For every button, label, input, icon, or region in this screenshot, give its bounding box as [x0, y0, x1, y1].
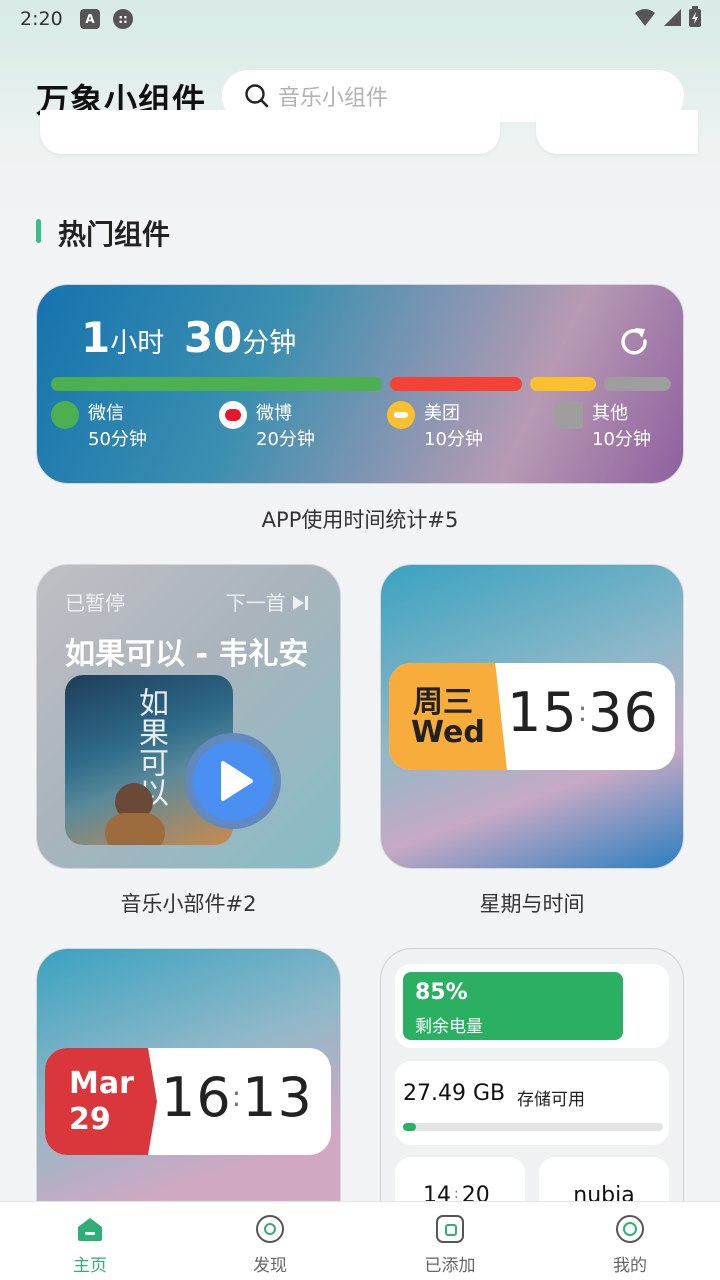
- widget-caption: APP使用时间统计#5: [261, 508, 459, 532]
- storage-fill: [403, 1123, 416, 1131]
- section-accent-bar: [36, 219, 41, 243]
- battery-percent: 85%: [415, 980, 468, 1005]
- section-title: 热门组件: [58, 218, 171, 251]
- usage-bar-segment: [390, 377, 522, 391]
- app-time: 10分钟: [592, 429, 651, 450]
- app-name: 其他: [592, 403, 628, 424]
- other-apps-icon: [555, 401, 583, 429]
- battery-label: 剩余电量: [415, 1017, 483, 1037]
- usage-minutes: 30: [183, 313, 243, 362]
- app-name: 美团: [424, 403, 460, 424]
- storage-label: 存储可用: [517, 1090, 585, 1110]
- play-button[interactable]: [185, 733, 281, 829]
- search-placeholder: 音乐小组件: [278, 86, 389, 111]
- storage-track: [403, 1123, 663, 1131]
- app-time: 10分钟: [424, 429, 483, 450]
- skip-next-icon: [293, 596, 308, 610]
- profile-icon: [616, 1215, 644, 1243]
- app-notification-icon: ::: [113, 9, 133, 29]
- weekday-en: Wed: [411, 715, 485, 750]
- wechat-icon: [51, 401, 79, 429]
- status-time: 2:20: [20, 8, 63, 30]
- storage-amount: 27.49 GB: [403, 1081, 506, 1106]
- storage-box: 27.49 GB 存储可用: [395, 1061, 669, 1145]
- meituan-icon: [387, 401, 415, 429]
- usage-hours-unit: 小时: [110, 328, 165, 359]
- date-time-pill: Mar 29 16:13: [45, 1048, 331, 1155]
- usage-bar-segment: [530, 377, 596, 391]
- date-month: Mar: [69, 1066, 134, 1101]
- usage-bar-segment: [604, 377, 671, 391]
- play-icon: [221, 761, 253, 801]
- clock-separator: :: [231, 1080, 243, 1113]
- home-icon: [78, 1218, 102, 1241]
- usage-total: 1小时 30分钟: [81, 313, 296, 362]
- usage-app-list: 微信 50分钟 微博 20分钟 美团 10分钟 其他 10分钟: [51, 399, 671, 459]
- tab-discover[interactable]: 发现: [210, 1202, 330, 1280]
- music-widget[interactable]: 已暂停 下一首 如果可以 - 韦礼安 如果可以: [36, 564, 341, 869]
- battery-bar: 85% 剩余电量: [403, 972, 623, 1040]
- next-track-button[interactable]: 下一首: [226, 587, 310, 616]
- next-track-label: 下一首: [225, 591, 286, 615]
- added-icon: [436, 1215, 464, 1243]
- usage-bars: [51, 377, 671, 391]
- discover-icon: [256, 1215, 284, 1243]
- tab-home[interactable]: 主页: [30, 1202, 150, 1280]
- mini-clock-separator: :: [454, 1186, 459, 1202]
- tab-label: 已添加: [424, 1256, 476, 1276]
- search-icon: [245, 84, 269, 108]
- weibo-icon: [219, 401, 247, 429]
- song-title: 如果可以 - 韦礼安: [65, 637, 309, 672]
- tab-me[interactable]: 我的: [570, 1202, 690, 1280]
- clock-hour: 16: [161, 1066, 232, 1129]
- weekday-time-widget[interactable]: 周三 Wed 15:36: [380, 564, 684, 869]
- app-name: 微博: [256, 403, 292, 424]
- app-time: 20分钟: [256, 429, 315, 450]
- app-name: 微信: [88, 403, 124, 424]
- usage-minutes-unit: 分钟: [242, 328, 297, 359]
- battery-box: 85% 剩余电量: [395, 964, 669, 1048]
- bottom-navigation: 主页 发现 已添加 我的: [0, 1201, 720, 1280]
- date-time-widget[interactable]: Mar 29 16:13: [36, 948, 341, 1208]
- usage-hours: 1: [81, 313, 111, 362]
- tab-added[interactable]: 已添加: [390, 1202, 510, 1280]
- banner-card[interactable]: [40, 110, 500, 154]
- keyboard-icon: A: [80, 9, 100, 29]
- battery-charging-icon: [689, 6, 701, 27]
- app-time: 50分钟: [88, 429, 147, 450]
- tab-label: 主页: [73, 1256, 107, 1276]
- refresh-icon[interactable]: [617, 325, 651, 359]
- widget-caption: 星期与时间: [479, 892, 585, 916]
- clock-time: 15:36: [507, 681, 659, 744]
- date-day: 29: [69, 1102, 111, 1137]
- widget-caption: 音乐小部件#2: [120, 892, 257, 916]
- clock-separator: :: [577, 695, 589, 728]
- usage-bar-segment: [51, 377, 382, 391]
- clock-minute: 36: [588, 681, 659, 744]
- app-usage-widget[interactable]: 1小时 30分钟 微信 50分钟 微博 20分钟 美团 10分钟 其他 10分钟: [36, 284, 684, 484]
- tab-label: 发现: [253, 1256, 287, 1276]
- status-bar: 2:20 A ::: [0, 0, 720, 40]
- clock-minute: 13: [242, 1066, 313, 1129]
- playback-state: 已暂停: [65, 591, 125, 615]
- clock-time: 16:13: [161, 1066, 313, 1129]
- clock-hour: 15: [507, 681, 578, 744]
- album-figure-body: [105, 813, 165, 845]
- wifi-icon: [635, 9, 655, 26]
- system-info-widget[interactable]: 85% 剩余电量 27.49 GB 存储可用 14:20 nubia: [380, 948, 684, 1208]
- tab-label: 我的: [613, 1256, 647, 1276]
- weekday-time-pill: 周三 Wed 15:36: [389, 663, 675, 770]
- signal-icon: [664, 9, 681, 26]
- banner-card[interactable]: [536, 110, 698, 154]
